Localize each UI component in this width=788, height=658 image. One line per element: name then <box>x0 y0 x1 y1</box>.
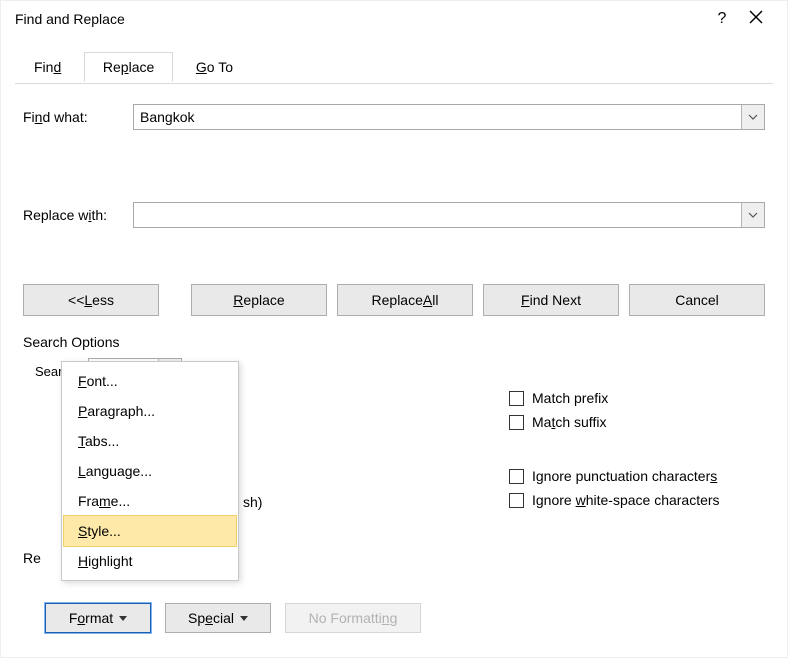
replace-with-combo[interactable] <box>133 202 765 228</box>
search-options-label: Search Options <box>23 334 765 350</box>
replace-with-row: Replace with: <box>23 202 765 228</box>
section-label-fragment: Re <box>23 550 41 566</box>
no-formatting-button: No Formatting <box>285 603 421 633</box>
find-what-combo[interactable]: Bangkok <box>133 104 765 130</box>
chevron-down-icon <box>748 114 758 120</box>
format-button[interactable]: Format <box>45 603 151 633</box>
match-prefix-checkbox[interactable]: Match prefix <box>509 390 720 406</box>
close-icon <box>749 10 763 24</box>
close-button[interactable] <box>739 10 773 29</box>
replace-with-label: Replace with: <box>23 207 133 223</box>
help-button[interactable]: ? <box>705 10 739 28</box>
tab-goto[interactable]: Go To <box>177 52 252 82</box>
replace-with-value[interactable] <box>134 203 741 227</box>
format-menu-paragraph[interactable]: Paragraph... <box>64 396 236 426</box>
replace-with-dropdown[interactable] <box>741 203 764 227</box>
replace-all-button[interactable]: Replace All <box>337 284 473 316</box>
find-what-label: Find what: <box>23 109 133 125</box>
special-button[interactable]: Special <box>165 603 271 633</box>
ignore-whitespace-checkbox[interactable]: Ignore white-space characters <box>509 492 720 508</box>
action-buttons: << Less Replace Replace All Find Next Ca… <box>23 284 765 316</box>
format-menu-frame[interactable]: Frame... <box>64 486 236 516</box>
tab-replace[interactable]: Replace <box>84 52 173 82</box>
find-next-button[interactable]: Find Next <box>483 284 619 316</box>
caret-down-icon <box>119 616 127 621</box>
format-menu-language[interactable]: Language... <box>64 456 236 486</box>
caret-down-icon <box>240 616 248 621</box>
find-what-row: Find what: Bangkok <box>23 104 765 130</box>
tabs: Find Replace Go To <box>15 51 773 84</box>
chevron-down-icon <box>748 212 758 218</box>
format-menu: Font... Paragraph... Tabs... Language...… <box>61 361 239 581</box>
checkbox-icon <box>509 469 524 484</box>
less-button[interactable]: << Less <box>23 284 159 316</box>
replace-button[interactable]: Replace <box>191 284 327 316</box>
cancel-button[interactable]: Cancel <box>629 284 765 316</box>
find-replace-dialog: Find and Replace ? Find Replace Go To Fi… <box>0 0 788 658</box>
hidden-text-fragment: sh) <box>243 494 262 510</box>
match-suffix-checkbox[interactable]: Match suffix <box>509 414 720 430</box>
format-menu-highlight[interactable]: Highlight <box>64 546 236 576</box>
checkbox-icon <box>509 493 524 508</box>
dialog-title: Find and Replace <box>15 11 705 27</box>
tab-find[interactable]: Find <box>15 52 80 82</box>
bottom-buttons: Format Special No Formatting <box>45 603 421 633</box>
titlebar: Find and Replace ? <box>1 1 787 37</box>
right-checkboxes: Match prefix Match suffix Ignore punctua… <box>509 390 720 508</box>
format-menu-tabs[interactable]: Tabs... <box>64 426 236 456</box>
find-what-dropdown[interactable] <box>741 105 764 129</box>
checkbox-icon <box>509 391 524 406</box>
format-menu-style[interactable]: Style... <box>64 516 236 546</box>
checkbox-icon <box>509 415 524 430</box>
find-what-value[interactable]: Bangkok <box>134 105 741 129</box>
ignore-punctuation-checkbox[interactable]: Ignore punctuation characters <box>509 468 720 484</box>
format-menu-font[interactable]: Font... <box>64 366 236 396</box>
